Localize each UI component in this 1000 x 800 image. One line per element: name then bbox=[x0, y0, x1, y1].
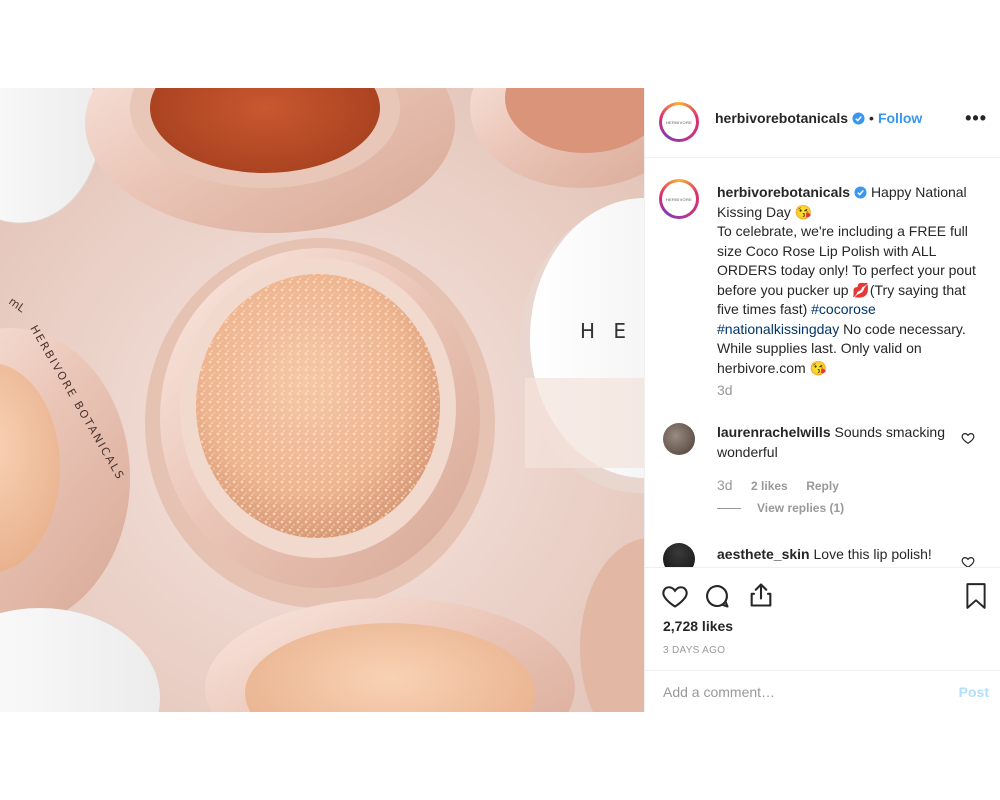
add-comment-bar: Post bbox=[645, 670, 1000, 713]
post-actions: 2,728 likes 3 DAYS AGO Post bbox=[645, 567, 1000, 712]
share-icon[interactable] bbox=[747, 581, 775, 609]
replies-divider bbox=[717, 507, 741, 509]
comments-list[interactable]: HERBIVORE herbivorebotanicals Happy Nati… bbox=[645, 159, 1000, 567]
avatar-logo-text: HERBIVORE bbox=[665, 119, 693, 125]
comment-age[interactable]: 3d bbox=[717, 477, 733, 493]
comment-likes[interactable]: 2 likes bbox=[751, 479, 788, 493]
comment-username[interactable]: laurenrachelwills bbox=[717, 424, 831, 440]
commenter-avatar[interactable] bbox=[663, 423, 695, 455]
verified-badge-icon bbox=[852, 112, 865, 125]
view-replies-label: View replies (1) bbox=[757, 501, 845, 515]
comment-meta: 3d 2 likes Reply bbox=[717, 477, 839, 495]
reply-button[interactable]: Reply bbox=[806, 479, 839, 493]
separator-dot: • bbox=[869, 110, 874, 126]
verified-badge-icon bbox=[854, 186, 867, 199]
commenter-avatar[interactable] bbox=[663, 543, 695, 567]
post-comment-button[interactable]: Post bbox=[959, 684, 989, 700]
comment-item: aesthete_skin Love this lip polish! bbox=[717, 545, 957, 565]
more-options-icon[interactable]: ••• bbox=[965, 108, 987, 129]
instagram-post: HERBIVORE BOTANICALS mL H E HERBIVORE he… bbox=[0, 88, 1000, 712]
lid-text: H E bbox=[580, 319, 632, 343]
like-heart-icon[interactable] bbox=[661, 582, 689, 610]
hashtag-nationalkissingday[interactable]: #nationalkissingday bbox=[717, 321, 839, 337]
caption-age[interactable]: 3d bbox=[717, 382, 733, 398]
post-header: HERBIVORE herbivorebotanicals • Follow ••… bbox=[645, 88, 1000, 158]
comment-text: Love this lip polish! bbox=[813, 546, 932, 562]
view-replies[interactable]: View replies (1) bbox=[717, 501, 844, 515]
lip-polish-jars-image: HERBIVORE BOTANICALS mL H E bbox=[0, 88, 644, 712]
comment-input[interactable] bbox=[661, 683, 935, 701]
post-side-panel: HERBIVORE herbivorebotanicals • Follow ••… bbox=[644, 88, 1000, 712]
caption-username[interactable]: herbivorebotanicals bbox=[717, 184, 850, 200]
comment-item: laurenrachelwills Sounds smacking wonder… bbox=[717, 423, 947, 462]
follow-button[interactable]: Follow bbox=[878, 110, 922, 126]
comment-icon[interactable] bbox=[703, 582, 731, 610]
caption: herbivorebotanicals Happy National Kissi… bbox=[717, 183, 977, 378]
header-username[interactable]: herbivorebotanicals bbox=[715, 110, 848, 126]
likes-count[interactable]: 2,728 likes bbox=[663, 618, 733, 634]
hashtag-cocorose[interactable]: #cocorose bbox=[811, 301, 876, 317]
caption-avatar[interactable]: HERBIVORE bbox=[659, 179, 699, 219]
comment-like-heart-icon[interactable] bbox=[961, 431, 975, 445]
kiss-emoji: 😘 bbox=[794, 203, 813, 220]
kiss-emoji: 😘 bbox=[809, 359, 828, 376]
profile-avatar[interactable]: HERBIVORE bbox=[659, 102, 699, 142]
header-info: herbivorebotanicals • Follow bbox=[715, 110, 922, 128]
comment-like-heart-icon[interactable] bbox=[961, 555, 975, 567]
comment-username[interactable]: aesthete_skin bbox=[717, 546, 810, 562]
bookmark-icon[interactable] bbox=[963, 582, 989, 610]
post-photo[interactable]: HERBIVORE BOTANICALS mL H E bbox=[0, 88, 644, 712]
lips-emoji: 💋 bbox=[852, 281, 870, 298]
post-date[interactable]: 3 DAYS AGO bbox=[663, 645, 725, 656]
caption-avatar-logo-text: HERBIVORE bbox=[665, 196, 693, 202]
